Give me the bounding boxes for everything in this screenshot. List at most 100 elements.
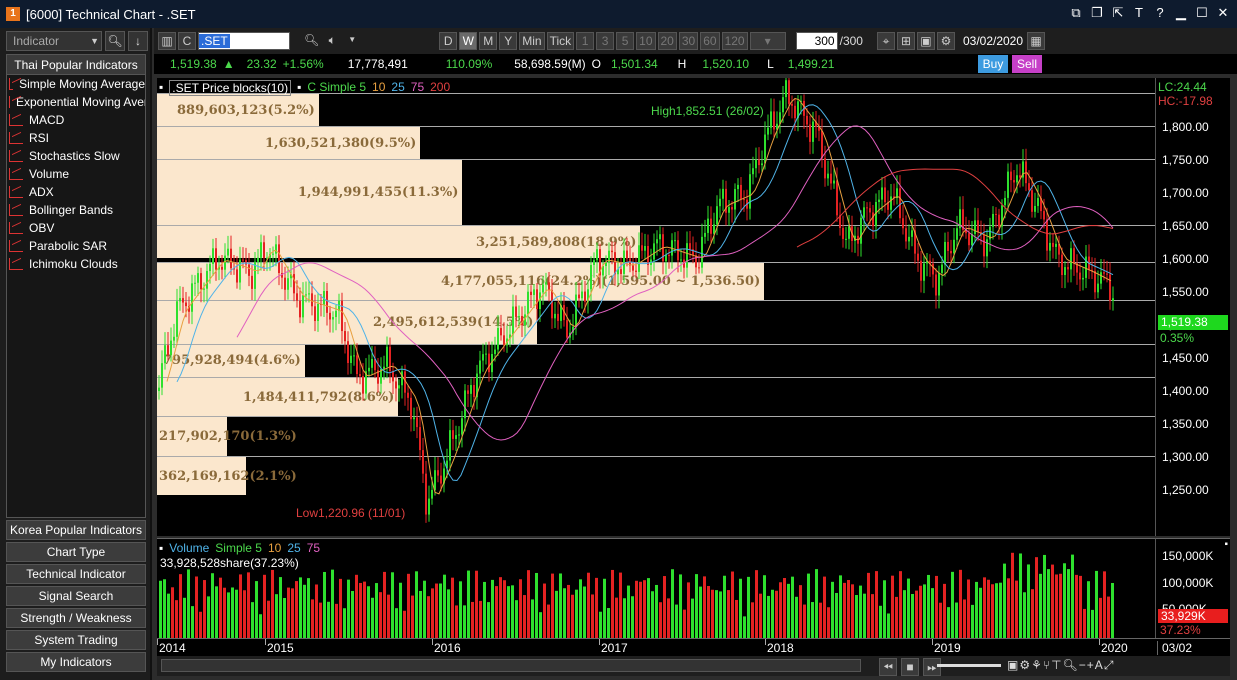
volume-chart[interactable]: ▪ Volume Simple 5 10 25 75 33,928,528sha… (157, 538, 1155, 639)
indicator-item[interactable]: Exponential Moving Average (7, 93, 145, 111)
forward-icon[interactable]: ⏩︎ (923, 658, 941, 676)
period-button[interactable]: Tick (546, 32, 575, 50)
text-icon[interactable]: A (1095, 658, 1103, 673)
search-icon[interactable]: 🔍︎ (302, 32, 321, 50)
candle-body (1073, 248, 1075, 264)
indicator-select[interactable]: Indicator ▼ (6, 31, 102, 51)
maximize-icon[interactable]: ☐ (1194, 4, 1210, 22)
rewind-icon[interactable]: ⏪︎ (879, 658, 897, 676)
tree-icon[interactable]: ⚘ (1031, 658, 1042, 673)
sidebar-button[interactable]: My Indicators (6, 652, 146, 672)
period-button[interactable]: W (459, 32, 478, 50)
image-icon[interactable]: ▣ (1007, 658, 1018, 673)
indicator-item[interactable]: Ichimoku Clouds (7, 255, 145, 273)
price-axis: LC:24.44 HC:-17.98 1,800.00 1,750.00 1,700… (1155, 78, 1230, 536)
grid-icon[interactable]: ⊞ (896, 32, 915, 50)
font-icon[interactable]: T (1131, 4, 1147, 22)
close-icon[interactable]: ▪ (159, 80, 163, 96)
minus-icon[interactable]: − (1079, 658, 1086, 673)
symbol-input[interactable]: .SET (198, 32, 290, 50)
sidebar-button[interactable]: Korea Popular Indicators (6, 520, 146, 540)
candle-body (1109, 274, 1111, 301)
download-icon[interactable]: ↓ (128, 31, 148, 51)
plus-icon[interactable]: + (1087, 658, 1094, 673)
search-icon[interactable]: 🔍︎ (105, 31, 125, 51)
candle-body (368, 367, 370, 372)
copy-icon[interactable]: ❐ (1089, 4, 1105, 22)
share-icon[interactable]: ⇱ (1110, 4, 1126, 22)
close-icon[interactable]: ▪ (297, 80, 301, 96)
zoom-in-icon[interactable]: 🔍︎ (1063, 658, 1078, 673)
volume-bar (851, 584, 854, 639)
sidebar-button[interactable]: Strength / Weakness (6, 608, 146, 628)
indicator-item[interactable]: OBV (7, 219, 145, 237)
indicator-item[interactable]: Parabolic SAR (7, 237, 145, 255)
calendar-icon[interactable]: ▦ (1027, 32, 1046, 50)
interval-button[interactable]: 10 (636, 32, 656, 50)
chart-layout-icon[interactable]: ▥ (158, 32, 176, 50)
year-label: 2016 (434, 641, 461, 655)
volume-bar (259, 614, 262, 639)
ma-legend[interactable]: C Simple 5 (307, 80, 366, 96)
count-input[interactable]: 300 (795, 32, 838, 50)
scrollbar[interactable] (161, 659, 861, 672)
interval-button[interactable]: 60 (700, 32, 720, 50)
period-button[interactable]: Y (499, 32, 518, 50)
volume-bar (807, 573, 810, 639)
date-field[interactable]: 03/02/2020 (963, 34, 1023, 48)
indicator-item[interactable]: Stochastics Slow (7, 147, 145, 165)
sidebar-button[interactable]: Signal Search (6, 586, 146, 606)
indicator-item[interactable]: MACD (7, 111, 145, 129)
price-blocks-legend[interactable]: .SET Price blocks(10) (169, 80, 292, 96)
help-icon[interactable]: ? (1152, 4, 1168, 22)
indicator-item[interactable]: RSI (7, 129, 145, 147)
crosshair-icon[interactable]: ⌖ (876, 32, 895, 50)
sidebar-button[interactable]: System Trading (6, 630, 146, 650)
stop-icon[interactable]: ■ (901, 658, 919, 676)
volume-bar (711, 589, 714, 639)
volume-bar (747, 576, 750, 639)
speaker-icon[interactable]: 🔈︎ (323, 32, 341, 50)
indicator-item[interactable]: Simple Moving Average (7, 75, 145, 93)
split-icon[interactable]: ⊤ (1051, 658, 1061, 673)
volume-legend[interactable]: Volume (169, 541, 209, 555)
interval-button[interactable]: 120 (721, 32, 748, 50)
sidebar-button[interactable]: Technical Indicator (6, 564, 146, 584)
close-icon[interactable]: ▪ (1224, 539, 1228, 550)
zoom-slider[interactable] (937, 664, 1001, 667)
period-button[interactable]: M (479, 32, 498, 50)
interval-button[interactable]: 1 (576, 32, 595, 50)
sidebar-button[interactable]: Chart Type (6, 542, 146, 562)
candle-body (470, 385, 472, 394)
interval-button[interactable]: 5 (616, 32, 635, 50)
close-icon[interactable]: ▪ (159, 541, 163, 555)
price-chart[interactable]: 889,603,123(5.2%) 1,630,521,380(9.5%) 1,94… (157, 78, 1155, 536)
indicator-item[interactable]: Volume (7, 165, 145, 183)
close-icon[interactable]: ✕ (1215, 4, 1231, 22)
link-icon[interactable]: ⧉ (1068, 4, 1084, 22)
candle-body (593, 260, 595, 265)
chart-line-icon (9, 204, 23, 216)
expand-icon[interactable]: ⤢ (1104, 658, 1114, 673)
interval-button[interactable]: 3 (596, 32, 615, 50)
minimize-icon[interactable]: ▁ (1173, 4, 1189, 22)
period-button[interactable]: Min (519, 32, 545, 50)
save-icon[interactable]: ▣ (916, 32, 935, 50)
buy-button[interactable]: Buy (978, 55, 1008, 73)
volume-bar (767, 595, 770, 639)
chevron-down-icon[interactable]: ▼ (343, 32, 361, 50)
gear-icon[interactable]: ⚙ (1019, 658, 1030, 673)
volume-bar (819, 602, 822, 639)
interval-button[interactable]: 30 (678, 32, 699, 50)
fork-icon[interactable]: ⑂ (1043, 658, 1050, 673)
interval-select[interactable]: ▾ (749, 32, 786, 50)
period-button[interactable]: D (439, 32, 458, 50)
indicator-item[interactable]: ADX (7, 183, 145, 201)
c-button[interactable]: C (178, 32, 196, 50)
indicator-item[interactable]: Bollinger Bands (7, 201, 145, 219)
sell-button[interactable]: Sell (1012, 55, 1042, 73)
interval-button[interactable]: 20 (657, 32, 677, 50)
panel-title[interactable]: Thai Popular Indicators (7, 55, 145, 75)
candle-body (200, 273, 202, 290)
gear-icon[interactable]: ⚙ (936, 32, 955, 50)
